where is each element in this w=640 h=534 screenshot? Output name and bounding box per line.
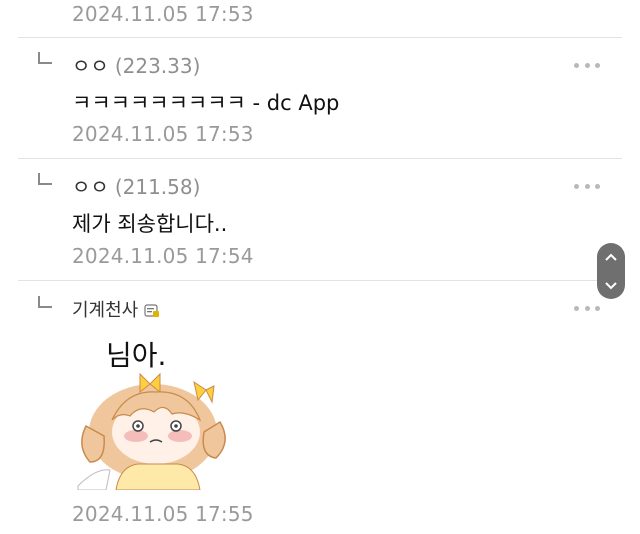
reply-arrow-icon [38,173,52,185]
divider [18,37,622,38]
chevron-up-icon[interactable] [604,253,618,262]
comment-timestamp: 2024.11.05 17:54 [72,244,254,268]
more-dots-icon[interactable] [574,184,600,190]
comment-timestamp: 2024.11.05 17:53 [72,122,254,146]
divider [18,280,622,281]
reply-arrow-icon [38,52,52,64]
comment-timestamp: 2024.11.05 17:53 [72,2,254,26]
reply-arrow-icon [38,296,52,308]
comment-author[interactable]: ㅇㅇ (223.33) [72,50,200,79]
more-dots-icon[interactable] [574,306,600,312]
comment-author[interactable]: ㅇㅇ (211.58) [72,171,200,200]
comment-timestamp: 2024.11.05 17:55 [72,502,254,526]
author-nickname[interactable]: ㅇㅇ [72,175,109,199]
dccon-sticker-image[interactable] [76,366,230,490]
chevron-down-icon[interactable] [604,281,618,290]
author-ip: (223.33) [114,54,201,78]
author-ip: (211.58) [114,175,201,199]
more-dots-icon[interactable] [574,63,600,69]
gallery-member-badge-icon [144,304,160,317]
author-nickname[interactable]: 기계천사 [72,300,138,321]
comment-text: 제가 죄송합니다.. [72,212,228,236]
comment-text: ㅋㅋㅋㅋㅋㅋㅋㅋㅋ - dc App [72,91,340,115]
divider [18,158,622,159]
scroll-nav-button[interactable] [597,243,625,299]
comment-author[interactable]: 기계천사 [72,296,160,322]
author-nickname[interactable]: ㅇㅇ [72,54,109,78]
